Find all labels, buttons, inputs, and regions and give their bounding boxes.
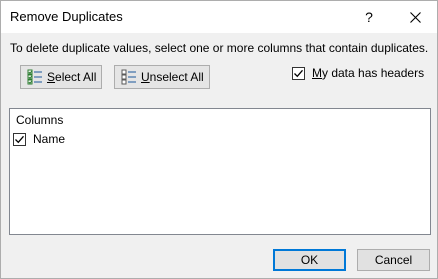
ok-button[interactable]: OK (273, 249, 346, 271)
columns-list[interactable]: Columns Name (9, 108, 431, 235)
checkmark-icon (294, 69, 303, 77)
remove-duplicates-dialog: Remove Duplicates ? To delete duplicate … (0, 0, 438, 279)
checkmark-icon (15, 135, 24, 143)
title-bar: Remove Duplicates ? (1, 1, 437, 33)
instruction-text: To delete duplicate values, select one o… (10, 41, 429, 55)
unselect-all-label: Unselect All (141, 70, 204, 84)
select-all-button[interactable]: Select All (20, 65, 102, 89)
cancel-button[interactable]: Cancel (357, 249, 430, 271)
column-name-label: Name (33, 132, 66, 146)
columns-header: Columns (16, 113, 64, 127)
select-all-label: Select All (47, 70, 97, 84)
help-button[interactable]: ? (347, 1, 391, 33)
unselect-all-icon (121, 69, 136, 85)
my-data-has-headers-option[interactable]: My data has headers (292, 66, 424, 80)
unselect-all-button[interactable]: Unselect All (114, 65, 210, 89)
column-item-name[interactable]: Name (13, 132, 65, 146)
has-headers-label: My data has headers (312, 66, 425, 80)
dialog-title: Remove Duplicates (10, 9, 123, 24)
column-name-checkbox[interactable] (13, 132, 26, 146)
has-headers-checkbox[interactable] (292, 66, 305, 80)
close-icon (409, 11, 421, 23)
select-all-icon (27, 69, 42, 85)
close-button[interactable] (393, 1, 437, 33)
help-icon: ? (365, 9, 373, 25)
